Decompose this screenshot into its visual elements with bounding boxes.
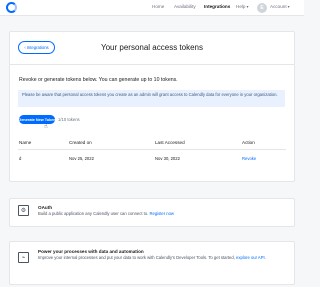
oauth-text: Build a public application any Calendly … <box>38 211 149 216</box>
chevron-down-icon: ▾ <box>246 4 249 9</box>
oauth-icon: ⚙ <box>18 205 29 216</box>
account-menu-label: Account <box>270 4 287 9</box>
column-header-name: Name <box>19 140 32 145</box>
calendly-logo-icon[interactable] <box>6 2 17 13</box>
revoke-token-link[interactable]: Revoke <box>242 156 256 161</box>
token-count: 1/10 tokens <box>58 117 80 122</box>
nav-integrations[interactable]: Integrations <box>204 4 230 9</box>
developer-tools-text: Improve your internal processes and put … <box>38 255 235 260</box>
nav-help-label: Help <box>236 4 246 9</box>
admin-notice: Please be aware that personal access tok… <box>18 90 285 107</box>
column-header-action: Action <box>242 140 255 145</box>
developer-tools-card <box>9 241 295 285</box>
token-name: d <box>19 156 22 161</box>
explore-api-link[interactable]: explore our API. <box>236 255 266 260</box>
nav-help[interactable]: Help▾ <box>236 4 248 9</box>
developer-tools-icon: ⌁ <box>18 252 29 263</box>
oauth-title: OAuth <box>38 205 53 210</box>
header-divider <box>10 64 294 65</box>
register-now-link[interactable]: Register now <box>150 211 174 216</box>
nav-home[interactable]: Home <box>152 4 164 9</box>
generate-new-token-button[interactable]: Generate New Token <box>18 115 56 124</box>
mouse-pointer-icon: ☝ <box>44 124 48 130</box>
column-header-last-accessed: Last Accessed <box>155 140 185 145</box>
top-navigation-bar: Home Availability Integrations Help▾ E A… <box>0 0 304 16</box>
table-header-divider <box>18 149 286 150</box>
account-menu[interactable]: Account▾ <box>270 4 290 9</box>
tokens-intro: Revoke or generate tokens below. You can… <box>19 77 178 83</box>
developer-tools-description: Improve your internal processes and put … <box>38 255 286 261</box>
chevron-down-icon: ▾ <box>287 4 290 9</box>
token-last-accessed: Nov 30, 2022 <box>155 156 180 161</box>
oauth-description: Build a public application any Calendly … <box>38 211 174 217</box>
avatar[interactable]: E <box>257 3 267 13</box>
token-created: Nov 25, 2022 <box>69 156 94 161</box>
nav-availability[interactable]: Availability <box>174 4 196 9</box>
column-header-created: Created on <box>69 140 92 145</box>
developer-tools-title: Power your processes with data and autom… <box>38 249 144 254</box>
page-title: Your personal access tokens <box>101 43 203 52</box>
